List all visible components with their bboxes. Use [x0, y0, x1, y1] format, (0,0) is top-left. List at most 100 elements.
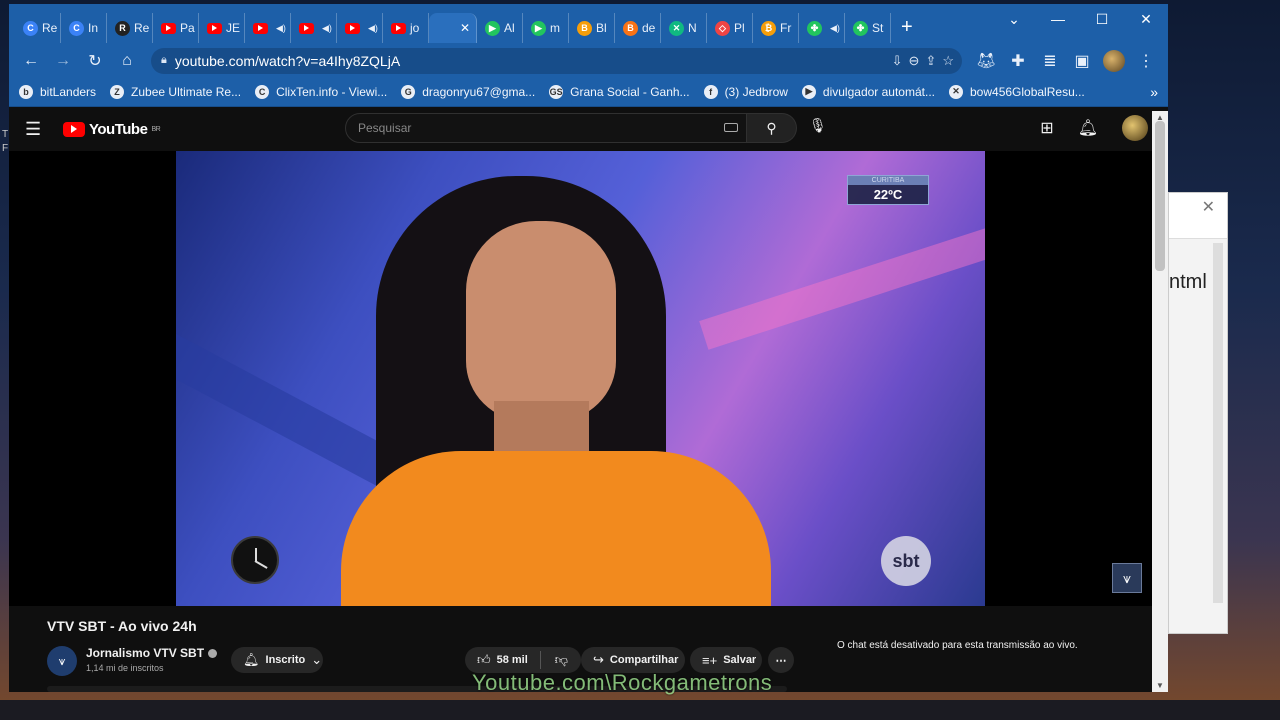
new-tab-button[interactable]: +	[901, 16, 913, 39]
account-avatar[interactable]	[1122, 115, 1148, 141]
hamburger-menu-icon[interactable]: ☰	[25, 119, 47, 140]
tab-title: Pa	[180, 21, 195, 35]
tab-title: N	[688, 21, 697, 35]
os-taskbar	[0, 700, 1280, 720]
browser-tab[interactable]: ✕	[429, 13, 477, 43]
weather-temperature: 22ºC	[873, 187, 903, 202]
create-video-icon[interactable]: ⊞	[1040, 118, 1053, 138]
thumbs-down-icon[interactable]: 👎︎	[555, 652, 568, 668]
browser-tab[interactable]: jo	[383, 13, 429, 43]
browser-tab[interactable]: Pa	[153, 13, 199, 43]
profile-avatar[interactable]	[1100, 47, 1128, 75]
zoom-icon[interactable]: ⊖	[909, 53, 920, 69]
browser-tab[interactable]: ✕ N	[661, 13, 707, 43]
tab-search-icon[interactable]: ⌄	[992, 11, 1036, 28]
metamask-extension-icon[interactable]: 🦊︎	[972, 47, 1000, 75]
youtube-logo[interactable]: YouTube BR	[63, 121, 161, 138]
bookmarks-overflow-icon[interactable]: »	[1150, 84, 1158, 100]
tab-audio-icon[interactable]: ◀)	[276, 23, 286, 34]
tab-title: Re	[42, 21, 58, 35]
browser-tab[interactable]: ▶ m	[523, 13, 569, 43]
subscribed-button[interactable]: 🔔︎ Inscrito ⌄	[231, 647, 323, 673]
lock-icon[interactable]: 🔒︎	[161, 54, 167, 67]
bookmark-item[interactable]: Gdragonryu67@gma...	[401, 84, 535, 99]
scroll-down-icon[interactable]: ▼	[1156, 681, 1164, 690]
browser-tab[interactable]: C Re	[15, 13, 61, 43]
video-player[interactable]: CURITIBA 22ºC sbt ⩛	[9, 151, 1152, 606]
share-icon[interactable]: ⇪	[925, 53, 936, 69]
browser-tab[interactable]: Bde	[615, 13, 661, 43]
bookmarks-bar: b bitLanders Z Zubee Ultimate Re... C ClixTen…	[9, 77, 1168, 107]
subscriber-count: 1,14 mi de inscritos	[86, 663, 164, 673]
tab-audio-icon[interactable]: ◀)	[368, 23, 378, 34]
browser-tab[interactable]: ▶ Al	[477, 13, 523, 43]
browser-tab[interactable]: ◀)	[291, 13, 337, 43]
side-panel-icon[interactable]: ▣	[1068, 47, 1096, 75]
tab-title: St	[872, 21, 884, 35]
bookmark-item[interactable]: GS Grana Social - Ganh...	[549, 84, 690, 99]
search-placeholder: Pesquisar	[358, 121, 412, 135]
header-actions: ⊞ 🔔︎	[1040, 115, 1148, 141]
tab-title: JE	[226, 21, 241, 35]
tab-audio-icon[interactable]: ◀)	[830, 23, 840, 34]
bookmark-item[interactable]: ✕ bow456GlobalResu...	[949, 84, 1085, 99]
notifications-bell-icon[interactable]: 🔔︎	[1078, 118, 1098, 138]
bookmark-item[interactable]: ▶ divulgador automát...	[801, 84, 935, 99]
bookmark-label: Zubee Ultimate Re...	[131, 84, 242, 99]
page-scrollbar[interactable]: ▲ ▼	[1152, 111, 1168, 692]
background-window-scrollbar[interactable]	[1213, 243, 1223, 603]
tab-audio-icon[interactable]: ◀)	[322, 23, 332, 34]
tab-favicon-icon: R	[115, 20, 130, 36]
studio-light-stripe	[699, 222, 985, 350]
bookmark-item[interactable]: f (3) Jedbrow	[703, 84, 788, 99]
keyboard-icon[interactable]	[724, 123, 738, 132]
menu-kebab-icon[interactable]: ⋮	[1132, 47, 1160, 75]
channel-name[interactable]: Jornalismo VTV SBT	[86, 646, 218, 660]
browser-tab[interactable]: JE	[199, 13, 245, 43]
search-button[interactable]: ⚲	[747, 113, 797, 143]
browser-tab[interactable]: ✤ ◀)	[799, 13, 845, 43]
maximize-button[interactable]: ☐	[1080, 11, 1124, 28]
browser-tab[interactable]: ✤ St	[845, 13, 891, 43]
address-bar[interactable]: 🔒︎ youtube.com/watch?v=a4Ihy8ZQLjA ⇩ ⊖ ⇪…	[151, 47, 962, 74]
youtube-favicon-icon	[299, 22, 314, 34]
scrollbar-thumb[interactable]	[1155, 121, 1165, 271]
tab-favicon-icon: ✤	[853, 20, 868, 36]
video-frame[interactable]: CURITIBA 22ºC sbt	[176, 151, 985, 606]
extensions-puzzle-icon[interactable]: ✚	[1004, 47, 1032, 75]
background-window-text: ntml	[1169, 271, 1207, 293]
bookmark-label: bow456GlobalResu...	[970, 84, 1085, 99]
microphone-icon[interactable]: 🎙︎	[809, 117, 827, 134]
browser-tab[interactable]: C In	[61, 13, 107, 43]
forward-button[interactable]: →	[49, 47, 77, 75]
bookmark-star-icon[interactable]: ☆	[942, 53, 954, 69]
browser-tab[interactable]: ◀)	[337, 13, 383, 43]
bookmark-item[interactable]: Z Zubee Ultimate Re...	[110, 84, 242, 99]
back-button[interactable]: ←	[17, 47, 45, 75]
minimize-button[interactable]: —	[1036, 11, 1080, 27]
channel-watermark-icon[interactable]: ⩛	[1112, 563, 1142, 593]
thumbs-up-icon: 👍︎	[477, 652, 491, 667]
close-window-button[interactable]: ✕	[1124, 11, 1168, 28]
home-button[interactable]: ⌂	[113, 47, 141, 75]
media-control-icon[interactable]: ≣	[1036, 47, 1064, 75]
address-url: youtube.com/watch?v=a4Ihy8ZQLjA	[174, 52, 401, 69]
bookmark-item[interactable]: b bitLanders	[19, 84, 96, 99]
install-app-icon[interactable]: ⇩	[892, 53, 903, 69]
browser-tab[interactable]: ◀)	[245, 13, 291, 43]
bookmark-item[interactable]: C ClixTen.info - Viewi...	[255, 84, 387, 99]
tab-favicon-icon: B	[623, 20, 638, 36]
reload-button[interactable]: ↻	[81, 47, 109, 75]
browser-tab[interactable]: ₿ Fr	[753, 13, 799, 43]
tab-title: m	[550, 21, 560, 35]
search-input[interactable]: Pesquisar	[345, 113, 747, 143]
browser-tab[interactable]: B Bl	[569, 13, 615, 43]
close-icon[interactable]: ✕	[1202, 197, 1215, 217]
search-icon: ⚲	[766, 119, 777, 136]
youtube-favicon-icon	[345, 22, 360, 34]
browser-tab[interactable]: ◇ Pl	[707, 13, 753, 43]
bookmark-favicon-icon: b	[19, 84, 33, 99]
browser-tab[interactable]: R Re	[107, 13, 153, 43]
channel-avatar[interactable]: ⩛	[47, 646, 77, 676]
tab-close-icon[interactable]: ✕	[460, 21, 470, 35]
